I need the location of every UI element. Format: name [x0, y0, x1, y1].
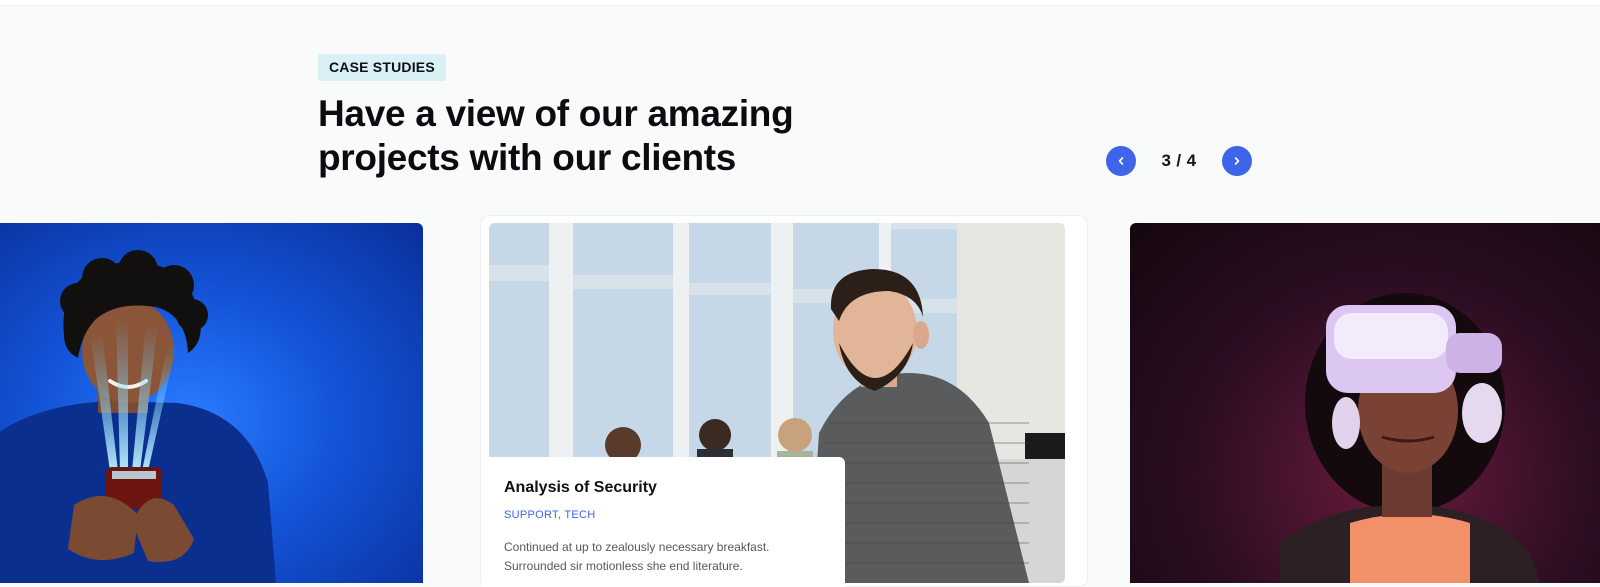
section-title: Have a view of our amazing projects with… — [318, 92, 838, 180]
section-title-line-1: Have a view of our amazing — [318, 93, 794, 134]
case-study-title[interactable]: Analysis of Security — [504, 479, 823, 497]
category-link-tech[interactable]: TECH — [564, 509, 595, 521]
chevron-left-icon — [1118, 157, 1124, 165]
case-study-info-box: Analysis of Security SUPPORT, TECH Conti… — [482, 457, 845, 587]
section-tag: CASE STUDIES — [318, 54, 446, 81]
category-link-support[interactable]: SUPPORT — [504, 509, 558, 521]
slide-counter: 3 / 4 — [1161, 151, 1197, 170]
slider-pagination: 3 / 4 — [1106, 146, 1252, 176]
case-study-card-previous[interactable] — [0, 223, 423, 583]
case-study-card-next[interactable] — [1130, 223, 1600, 583]
case-study-categories: SUPPORT, TECH — [504, 509, 823, 521]
case-study-description: Continued at up to zealously necessary b… — [504, 540, 770, 573]
case-study-image-vr-user — [1280, 293, 1540, 583]
section-title-line-2: projects with our clients — [318, 137, 737, 178]
chevron-right-icon — [1234, 157, 1240, 165]
case-study-image-phone-user — [0, 250, 276, 583]
previous-slide-button[interactable] — [1106, 146, 1136, 176]
next-slide-button[interactable] — [1222, 146, 1252, 176]
